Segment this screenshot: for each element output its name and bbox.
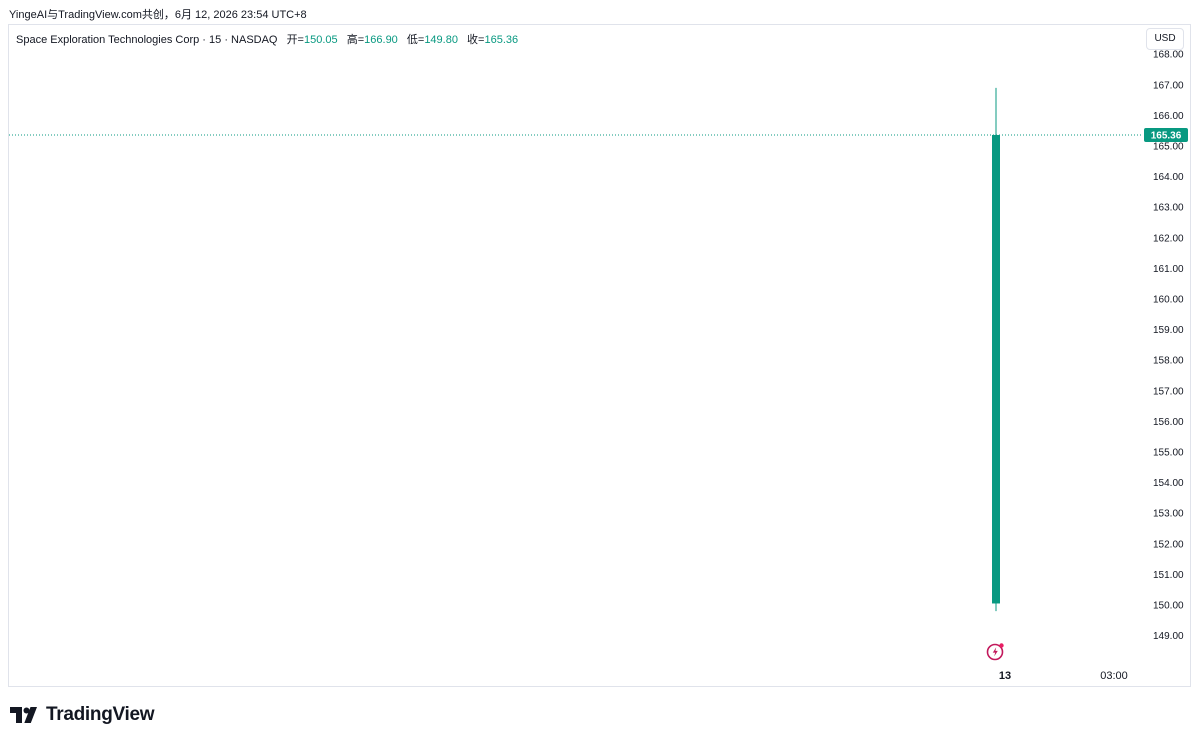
y-tick-label: 163.00 <box>1153 203 1184 214</box>
y-tick-label: 161.00 <box>1153 264 1184 275</box>
y-tick-label: 153.00 <box>1153 509 1184 520</box>
last-price-line-layer: 165.36 <box>9 127 1188 142</box>
y-tick-label: 151.00 <box>1153 570 1184 581</box>
y-tick-label: 164.00 <box>1153 172 1184 183</box>
y-tick-label: 168.00 <box>1153 50 1184 61</box>
y-tick-label: 157.00 <box>1153 386 1184 397</box>
y-tick-label: 162.00 <box>1153 233 1184 244</box>
x-tick-label: 13 <box>999 670 1011 682</box>
y-tick-label: 155.00 <box>1153 448 1184 459</box>
y-tick-label: 167.00 <box>1153 80 1184 91</box>
tradingview-brand[interactable]: TradingView <box>10 704 155 726</box>
last-price-label: 165.36 <box>1151 130 1182 141</box>
y-tick-label: 149.00 <box>1153 631 1184 642</box>
brand-name: TradingView <box>46 704 155 725</box>
lightning-event-icon[interactable] <box>986 641 1006 661</box>
candle-body[interactable] <box>992 134 1000 604</box>
x-tick-label: 03:00 <box>1100 670 1128 682</box>
y-tick-label: 165.00 <box>1153 142 1184 153</box>
candles-layer <box>992 87 1000 612</box>
price-chart[interactable]: 168.00 167.00 166.00 165.00 164.00 163.00 162.… <box>0 0 1200 741</box>
y-tick-label: 154.00 <box>1153 478 1184 489</box>
y-tick-label: 160.00 <box>1153 295 1184 306</box>
y-tick-label: 158.00 <box>1153 356 1184 367</box>
time-axis[interactable]: 13 03:00 <box>999 670 1128 682</box>
currency-button[interactable]: USD <box>1146 28 1184 50</box>
y-tick-label: 156.00 <box>1153 417 1184 428</box>
y-tick-label: 166.00 <box>1153 111 1184 122</box>
y-tick-label: 150.00 <box>1153 601 1184 612</box>
y-tick-label: 159.00 <box>1153 325 1184 336</box>
y-tick-label: 152.00 <box>1153 539 1184 550</box>
tradingview-logo-icon <box>10 707 37 723</box>
